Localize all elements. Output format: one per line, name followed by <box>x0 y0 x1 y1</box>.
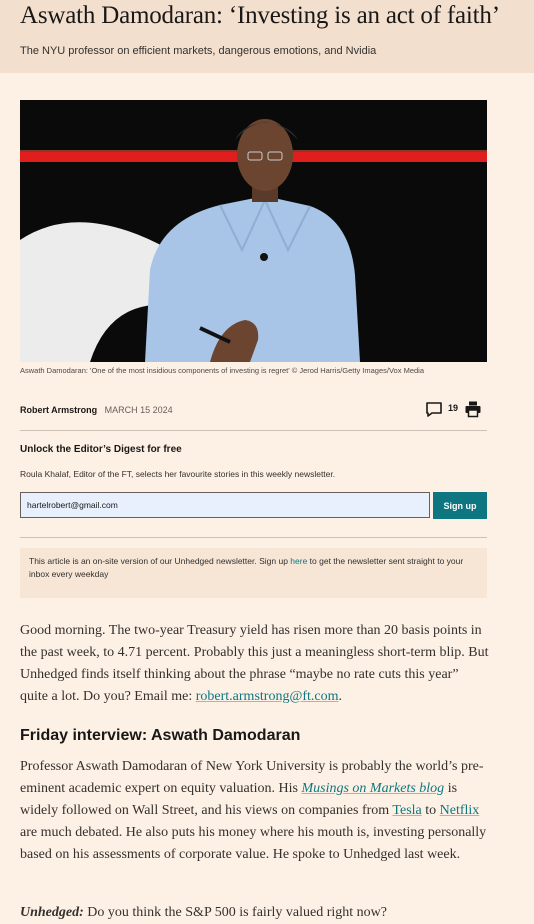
hero-image <box>20 100 487 362</box>
comments-icon[interactable] <box>425 400 443 418</box>
image-caption: Aswath Damodaran: 'One of the most insid… <box>20 366 424 375</box>
interview-intro-paragraph: Professor Aswath Damodaran of New York U… <box>20 756 490 866</box>
interview-question: Unhedged: Do you think the S&P 500 is fa… <box>20 902 490 924</box>
author-link[interactable]: Robert Armstrong <box>20 405 97 415</box>
paragraph-text: are much debated. He also puts his money… <box>20 825 487 862</box>
divider <box>20 537 487 538</box>
email-field[interactable] <box>20 492 430 518</box>
publish-date: MARCH 15 2024 <box>104 405 173 415</box>
hero-photo <box>20 100 487 362</box>
article-headline: Aswath Damodaran: ‘Investing is an act o… <box>20 2 500 29</box>
article-header: Aswath Damodaran: ‘Investing is an act o… <box>0 0 534 73</box>
email-link[interactable]: robert.armstrong@ft.com <box>196 689 339 704</box>
paragraph-text: to <box>421 803 440 818</box>
paragraph-text-end: . <box>338 689 343 704</box>
newsletter-notice: This article is an on-site version of ou… <box>20 548 487 598</box>
divider <box>20 430 487 431</box>
newsletter-title: Unlock the Editor’s Digest for free <box>20 444 182 455</box>
blog-link-text: Musings on Markets blog <box>301 781 445 796</box>
interviewer-label: Unhedged: <box>20 905 84 920</box>
blog-link[interactable]: Musings on Markets blog <box>301 781 444 796</box>
netflix-link[interactable]: Netflix <box>440 803 480 818</box>
comment-count[interactable]: 19 <box>448 403 458 413</box>
newsletter-subtitle: Roula Khalaf, Editor of the FT, selects … <box>20 469 336 479</box>
intro-paragraph: Good morning. The two-year Treasury yiel… <box>20 620 490 708</box>
article-standfirst: The NYU professor on efficient markets, … <box>20 45 377 57</box>
byline: Robert Armstrong MARCH 15 2024 19 <box>20 400 487 420</box>
notice-signup-link[interactable]: here <box>290 556 307 566</box>
notice-text: This article is an on-site version of ou… <box>29 556 291 566</box>
question-text: Do you think the S&P 500 is fairly value… <box>83 905 387 920</box>
section-heading: Friday interview: Aswath Damodaran <box>20 727 301 744</box>
sign-up-button[interactable]: Sign up <box>433 492 487 519</box>
tesla-link[interactable]: Tesla <box>392 803 421 818</box>
print-icon[interactable] <box>464 400 482 418</box>
